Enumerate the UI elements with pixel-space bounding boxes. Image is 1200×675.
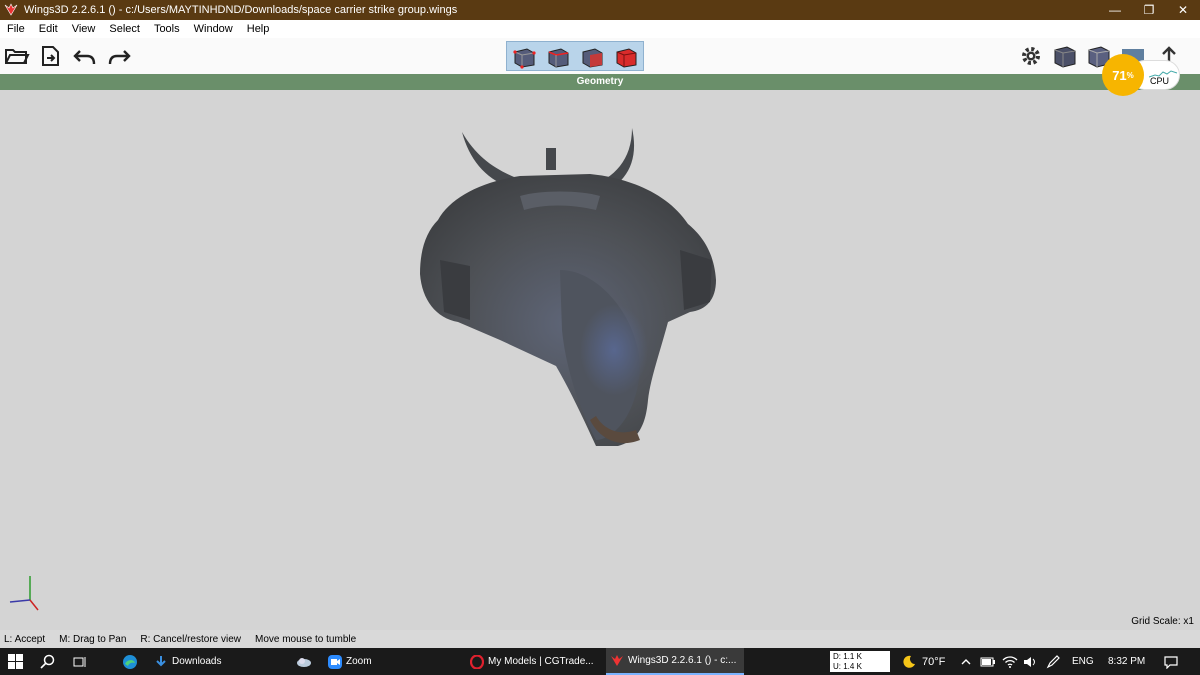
menu-bar: File Edit View Select Tools Window Help [0, 20, 1200, 38]
wings3d-logo-icon [4, 3, 18, 17]
windows-taskbar: Downloads Zoom My Models | CGTrade... Wi… [0, 648, 1200, 675]
menu-help[interactable]: Help [240, 23, 277, 35]
edge-browser-button[interactable] [122, 648, 138, 675]
weather-widget[interactable]: 70°F [902, 648, 945, 675]
import-icon[interactable] [38, 44, 64, 68]
spaceship-model [9, 128, 716, 611]
menu-file[interactable]: File [0, 23, 32, 35]
cpu-percent-sign: % [1126, 70, 1134, 80]
tray-chevron-up-icon[interactable] [960, 648, 972, 675]
net-upload: U: 1.4 K [833, 662, 862, 671]
search-icon [40, 654, 55, 669]
edge-icon [123, 654, 137, 669]
menu-edit[interactable]: Edit [32, 23, 65, 35]
window-title: Wings3D 2.2.6.1 () - c:/Users/MAYTINHDND… [24, 4, 458, 16]
settings-gear-icon[interactable] [1018, 44, 1044, 68]
net-download: D: 1.1 K [833, 652, 862, 661]
open-folder-icon[interactable] [4, 44, 30, 68]
task-view-button[interactable] [72, 648, 88, 675]
status-left-click-hint: L: Accept [4, 633, 46, 645]
close-button[interactable]: ✕ [1166, 0, 1200, 20]
pen-icon[interactable] [1046, 648, 1060, 675]
taskbar-app-downloads[interactable]: Downloads [150, 648, 286, 675]
task-view-icon [73, 656, 86, 667]
axis-gizmo [9, 576, 39, 611]
menu-tools[interactable]: Tools [147, 23, 187, 35]
start-button[interactable] [8, 648, 24, 675]
language-indicator[interactable]: ENG [1072, 648, 1094, 675]
volume-icon[interactable] [1022, 648, 1038, 675]
redo-icon[interactable] [106, 44, 132, 68]
cpu-percent-value: 71 [1112, 67, 1127, 83]
menu-select[interactable]: Select [102, 23, 147, 35]
search-button[interactable] [40, 648, 56, 675]
menu-view[interactable]: View [65, 23, 103, 35]
wifi-icon[interactable] [1002, 648, 1018, 675]
taskbar-app-opera[interactable]: My Models | CGTrade... [466, 648, 602, 675]
status-right-click-hint: R: Cancel/restore view [140, 633, 241, 645]
battery-icon[interactable] [980, 648, 996, 675]
cloud-app-icon [297, 657, 311, 667]
cpu-monitor-widget[interactable]: 71% CPU [1100, 54, 1182, 96]
taskbar-app-zoom[interactable]: Zoom [324, 648, 460, 675]
opera-icon [470, 654, 484, 669]
geometry-window-header: Geometry [0, 74, 1200, 90]
vertex-mode-button[interactable] [509, 45, 539, 69]
status-mouse-hint: Move mouse to tumble [255, 633, 357, 645]
status-middle-click-hint: M: Drag to Pan [59, 633, 127, 645]
wings3d-taskbar-icon [611, 654, 623, 666]
taskbar-app-unknown[interactable] [296, 648, 312, 675]
undo-icon[interactable] [72, 44, 98, 68]
grid-scale-label: Grid Scale: x1 [1131, 616, 1194, 627]
minimize-button[interactable]: — [1098, 0, 1132, 20]
download-arrow-icon [156, 655, 166, 666]
menu-window[interactable]: Window [187, 23, 240, 35]
taskbar-app-wings3d[interactable]: Wings3D 2.2.6.1 () - c:... [606, 648, 744, 675]
3d-viewport[interactable]: Grid Scale: x1 [0, 90, 1200, 630]
moon-icon [903, 655, 915, 668]
zoom-icon [328, 654, 342, 669]
title-bar: Wings3D 2.2.6.1 () - c:/Users/MAYTINHDND… [0, 0, 1200, 20]
status-bar: L: Accept M: Drag to Pan R: Cancel/resto… [0, 630, 1200, 648]
body-mode-button[interactable] [611, 45, 641, 69]
edge-mode-button[interactable] [543, 45, 573, 69]
smooth-shaded-cube-icon[interactable] [1052, 44, 1078, 68]
restore-button[interactable]: ❐ [1132, 0, 1166, 20]
network-speed-widget: D: 1.1 K U: 1.4 K [830, 651, 890, 672]
face-mode-button[interactable] [577, 45, 607, 69]
weather-temp: 70°F [922, 655, 946, 668]
toolbar [0, 38, 1200, 74]
windows-logo-icon [8, 653, 23, 669]
cpu-percent-badge: 71% [1102, 54, 1144, 96]
notification-icon[interactable] [1164, 648, 1178, 675]
selection-mode-group [506, 41, 644, 71]
cpu-label: CPU [1150, 76, 1170, 86]
clock[interactable]: 8:32 PM [1108, 648, 1145, 675]
